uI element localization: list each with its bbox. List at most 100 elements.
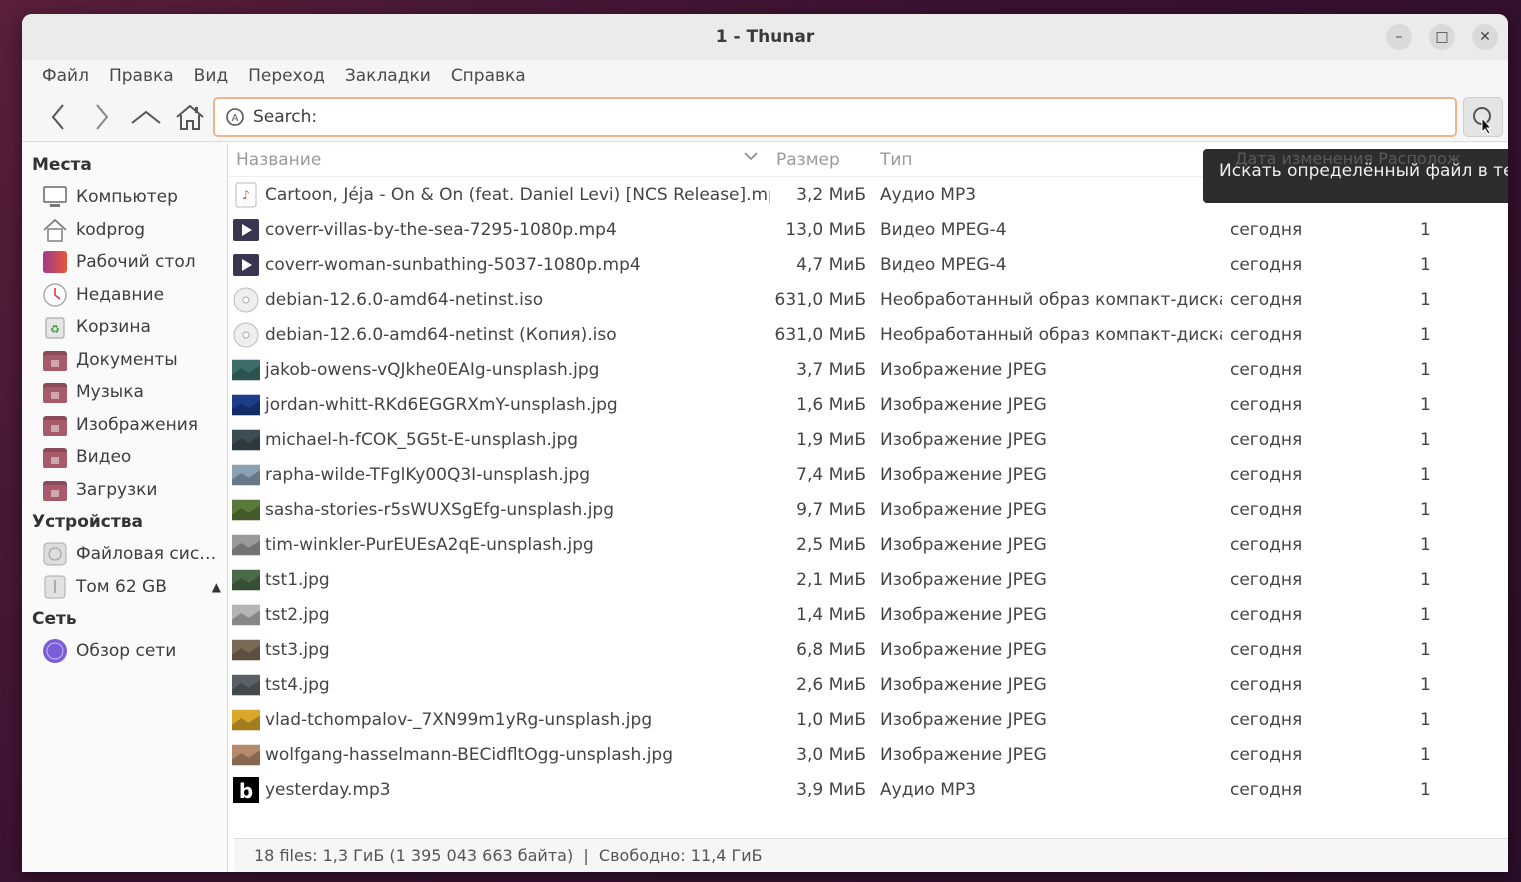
file-location: 1 [1420,639,1431,660]
music-folder-icon [41,378,69,406]
menu-edit[interactable]: Правка [99,66,184,86]
file-row[interactable]: coverr-woman-sunbathing-5037-1080p.mp4 4,… [228,247,1508,282]
file-row[interactable]: tst4.jpg 2,6 МиБ Изображение JPEG сегодня 1 [228,667,1508,702]
image-file-icon [232,566,260,594]
back-button[interactable] [36,97,80,137]
file-row[interactable]: tst3.jpg 6,8 МиБ Изображение JPEG сегодня 1 [228,632,1508,667]
file-location: 1 [1420,744,1431,765]
home-icon [176,104,204,130]
up-icon [131,110,161,124]
file-size: 7,4 МиБ [796,464,866,485]
file-list-view[interactable]: Название Размер Тип ♪ Cartoon, Jéja - On … [228,143,1508,872]
file-location: 1 [1420,534,1431,555]
devices-heading: Устройства [32,512,143,532]
image-file-icon [232,461,260,489]
eject-icon[interactable]: ▲ [212,580,221,594]
sidebar-item-label: Загрузки [76,479,158,500]
file-row[interactable]: coverr-villas-by-the-sea-7295-1080p.mp4 1… [228,212,1508,247]
sidebar: Места Компьютер kodprog Рабочий стол Недавн… [22,143,228,872]
menu-help[interactable]: Справка [441,66,536,86]
file-type: Изображение JPEG [880,359,1047,380]
titlebar[interactable]: 1 - Thunar – □ ✕ [22,14,1508,60]
file-name: tst3.jpg [265,639,330,660]
video-file-icon [232,216,260,244]
places-item-0[interactable]: Компьютер [22,181,227,214]
up-button[interactable] [124,97,168,137]
maximize-button[interactable]: □ [1429,24,1455,50]
file-row[interactable]: jordan-whitt-RKd6EGGRXmY-unsplash.jpg 1,6… [228,387,1508,422]
file-type: Изображение JPEG [880,639,1047,660]
file-row[interactable]: vlad-tchompalov-_7XN99m1yRg-unsplash.jpg… [228,702,1508,737]
file-row[interactable]: wolfgang-hasselmann-BECidfltOgg-unsplash… [228,737,1508,772]
image-file-icon [232,391,260,419]
image-file-icon [232,741,260,769]
svg-text:b: b [239,779,253,803]
devices-item-0[interactable]: Файловая сист… [22,538,227,571]
close-button[interactable]: ✕ [1472,24,1498,50]
column-name-header[interactable]: Название [228,150,770,170]
file-location: 1 [1420,219,1431,240]
places-item-9[interactable]: Загрузки [22,474,227,507]
column-size-header[interactable]: Размер [770,150,872,170]
file-row[interactable]: debian-12.6.0-amd64-netinst.iso 631,0 МиБ… [228,282,1508,317]
file-location: 1 [1420,359,1431,380]
file-date: сегодня [1230,709,1303,730]
search-input[interactable] [323,107,1455,127]
menu-file[interactable]: Файл [32,66,99,86]
places-item-6[interactable]: Музыка [22,376,227,409]
file-name: debian-12.6.0-amd64-netinst (Копия).iso [265,324,617,345]
column-type-header[interactable]: Тип [872,150,1222,170]
places-heading: Места [32,155,92,175]
places-item-2[interactable]: Рабочий стол [22,246,227,279]
menu-go[interactable]: Переход [238,66,335,86]
forward-button[interactable] [80,97,124,137]
file-row[interactable]: tst2.jpg 1,4 МиБ Изображение JPEG сегодня 1 [228,597,1508,632]
file-name: jordan-whitt-RKd6EGGRXmY-unsplash.jpg [265,394,618,415]
file-row[interactable]: sasha-stories-r5sWUXSgEfg-unsplash.jpg 9,… [228,492,1508,527]
file-row[interactable]: tst1.jpg 2,1 МиБ Изображение JPEG сегодня 1 [228,562,1508,597]
svg-text:A: A [232,113,239,124]
places-item-5[interactable]: Документы [22,344,227,377]
network-item-0[interactable]: Обзор сети [22,635,227,668]
sidebar-item-label: Изображения [76,414,199,435]
audio-file-icon: ♪ [232,181,260,209]
file-name: tst1.jpg [265,569,330,590]
menu-view[interactable]: Вид [184,66,238,86]
file-location: 1 [1420,254,1431,275]
home-button[interactable] [168,97,212,137]
video-file-icon [232,251,260,279]
menu-bookmarks[interactable]: Закладки [335,66,441,86]
file-row[interactable]: debian-12.6.0-amd64-netinst (Копия).iso 6… [228,317,1508,352]
places-item-3[interactable]: Недавние [22,279,227,312]
back-icon [51,103,64,130]
thunar-window: 1 - Thunar – □ ✕ Файл Правка Вид Переход… [22,14,1508,872]
sidebar-item-label: Файловая сист… [76,544,226,565]
image-file-icon [232,601,260,629]
maximize-icon: □ [1435,29,1449,45]
file-type: Изображение JPEG [880,674,1047,695]
file-row[interactable]: rapha-wilde-TFglKy00Q3I-unsplash.jpg 7,4 … [228,457,1508,492]
file-row[interactable]: b yesterday.mp3 3,9 МиБ Аудио MP3 сегодня 1 [228,772,1508,807]
search-field[interactable]: A Search: [213,97,1457,137]
file-name: sasha-stories-r5sWUXSgEfg-unsplash.jpg [265,499,615,520]
file-date: сегодня [1230,779,1303,800]
pictures-folder-icon [41,411,69,439]
file-location: 1 [1420,289,1431,310]
file-size: 1,9 МиБ [796,429,866,450]
places-item-8[interactable]: Видео [22,441,227,474]
devices-item-1[interactable]: Том 62 GB ▲ [22,571,227,604]
search-mode-icon: A [226,108,244,126]
places-item-4[interactable]: ♻ Корзина [22,311,227,344]
audio-file-icon: b [232,776,260,804]
places-item-1[interactable]: kodprog [22,214,227,247]
file-size: 3,0 МиБ [796,744,866,765]
file-row[interactable]: jakob-owens-vQJkhe0EAIg-unsplash.jpg 3,7 … [228,352,1508,387]
filesystem-icon [41,540,69,568]
file-date: сегодня [1230,324,1303,345]
file-row[interactable]: tim-winkler-PurEUEsA2qE-unsplash.jpg 2,5 … [228,527,1508,562]
minimize-icon: – [1395,29,1403,45]
places-item-7[interactable]: Изображения [22,409,227,442]
file-location: 1 [1420,429,1431,450]
file-row[interactable]: michael-h-fCOK_5G5t-E-unsplash.jpg 1,9 Ми… [228,422,1508,457]
minimize-button[interactable]: – [1386,24,1412,50]
